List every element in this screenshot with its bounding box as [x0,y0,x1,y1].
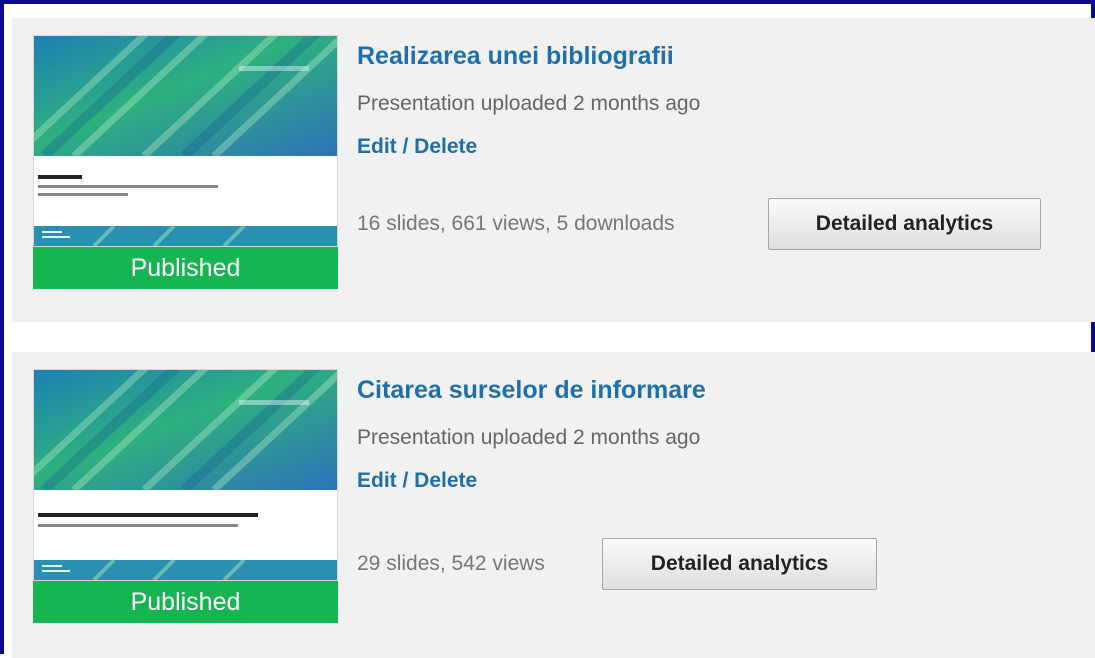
upload-info: Presentation uploaded 2 months ago [357,92,701,115]
edit-delete-link[interactable]: Edit / Delete [357,469,477,493]
presentation-thumbnail[interactable] [33,35,338,247]
presentation-thumbnail-wrapper[interactable]: Published [33,35,338,289]
presentation-title-link[interactable]: Realizarea unei bibliografii [357,42,674,71]
slide-preview-image [34,36,337,246]
presentation-title-link[interactable]: Citarea surselor de informare [357,376,706,405]
edit-delete-link[interactable]: Edit / Delete [357,135,477,159]
upload-info: Presentation uploaded 2 months ago [357,426,701,449]
presentation-list: Published Realizarea unei bibliografii P… [0,0,1095,658]
published-badge: Published [33,247,338,289]
detailed-analytics-button[interactable]: Detailed analytics [768,198,1041,250]
presentation-stats: 16 slides, 661 views, 5 downloads [357,212,675,235]
detailed-analytics-button[interactable]: Detailed analytics [602,538,877,590]
presentation-card: Published Citarea surselor de informare … [12,352,1095,658]
presentation-thumbnail-wrapper[interactable]: Published [33,369,338,623]
slide-preview-image [34,370,337,580]
presentation-stats: 29 slides, 542 views [357,552,545,575]
presentation-card: Published Realizarea unei bibliografii P… [12,18,1095,322]
published-badge: Published [33,581,338,623]
presentation-thumbnail[interactable] [33,369,338,581]
